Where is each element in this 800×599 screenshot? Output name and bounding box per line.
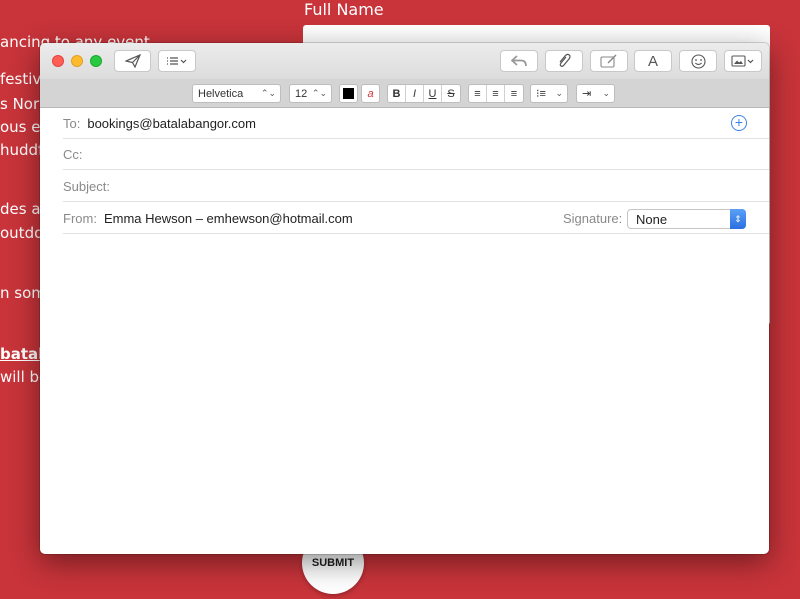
- title-bar: A: [40, 43, 769, 79]
- text-color-button[interactable]: [339, 84, 358, 103]
- chevron-updown-icon: ⌃⌄: [260, 88, 276, 98]
- from-label: From:: [63, 210, 97, 226]
- font-size-value: 12: [295, 87, 308, 100]
- attach-button[interactable]: [545, 50, 583, 72]
- minimize-button[interactable]: [71, 55, 83, 67]
- photo-browser-button[interactable]: [724, 50, 762, 72]
- subject-label: Subject:: [63, 178, 110, 194]
- underline-button[interactable]: U: [424, 85, 442, 102]
- from-row: From: Emma Hewson – emhewson@hotmail.com…: [63, 203, 769, 234]
- chevron-updown-icon: ⇕: [730, 209, 746, 229]
- markup-icon: [600, 54, 617, 68]
- bullet-list-icon: ⁝≡: [536, 88, 546, 100]
- paperclip-icon: [559, 53, 571, 67]
- reply-arrow-icon: [511, 55, 527, 67]
- italic-button[interactable]: I: [406, 85, 424, 102]
- strikethrough-button[interactable]: S: [442, 85, 460, 102]
- indent-icon: ⇥: [582, 88, 592, 100]
- format-bar: Helvetica ⌃⌄ 12 ⌃⌄ a B I U S ≡ ≡ ≡ ⁝≡ ⌄: [40, 79, 769, 108]
- emoji-button[interactable]: [679, 50, 717, 72]
- signature-value: None: [636, 211, 668, 227]
- mail-compose-window: A Helvetica ⌃⌄ 12 ⌃⌄ a B I U S ≡ ≡ ≡ ⁝≡ …: [40, 43, 769, 554]
- chevron-updown-icon: ⌃⌄: [311, 88, 327, 98]
- bg-text-line: festiv: [0, 70, 42, 88]
- message-body[interactable]: [40, 235, 769, 554]
- color-swatch-icon: [343, 88, 354, 99]
- alignment-group: ≡ ≡ ≡: [468, 84, 524, 103]
- subject-row: Subject:: [63, 171, 769, 202]
- bold-button[interactable]: B: [388, 85, 406, 102]
- list-icon: [167, 57, 187, 65]
- maximize-button[interactable]: [90, 55, 102, 67]
- from-select[interactable]: Emma Hewson – emhewson@hotmail.com: [104, 211, 353, 226]
- signature-label: Signature:: [563, 210, 623, 226]
- cc-label: Cc:: [63, 146, 83, 162]
- bg-text-line: n som: [0, 284, 46, 302]
- photo-browser-icon: [731, 55, 754, 67]
- align-right-icon[interactable]: ≡: [505, 85, 523, 102]
- indent-select[interactable]: ⇥ ⌄: [576, 84, 615, 103]
- full-name-label: Full Name: [304, 0, 384, 19]
- font-family-select[interactable]: Helvetica ⌃⌄: [192, 84, 281, 103]
- list-style-select[interactable]: ⁝≡ ⌄: [530, 84, 568, 103]
- to-label: To:: [63, 115, 81, 131]
- fonts-button[interactable]: A: [634, 50, 672, 72]
- add-contact-icon[interactable]: +: [731, 115, 747, 131]
- bg-text-line: outdo: [0, 224, 44, 242]
- markup-button[interactable]: [590, 50, 628, 72]
- smiley-icon: [690, 53, 706, 69]
- to-row: To: bookings@batalabangor.com +: [63, 108, 769, 139]
- text-style-group: B I U S: [387, 84, 461, 103]
- align-left-icon[interactable]: ≡: [469, 85, 487, 102]
- bg-text-line: s Nor: [0, 95, 40, 113]
- cc-row: Cc:: [63, 139, 769, 170]
- signature-select[interactable]: None ⇕: [627, 209, 746, 229]
- highlight-icon: a: [367, 87, 374, 100]
- chevron-down-icon: ⌄: [555, 88, 563, 98]
- font-family-value: Helvetica: [198, 87, 244, 100]
- background-color-button[interactable]: a: [361, 84, 380, 103]
- close-button[interactable]: [52, 55, 64, 67]
- bg-text-line: huddf: [0, 141, 44, 159]
- paper-plane-icon: [124, 54, 141, 68]
- to-field[interactable]: bookings@batalabangor.com: [87, 116, 256, 131]
- font-size-select[interactable]: 12 ⌃⌄: [289, 84, 332, 103]
- chevron-down-icon: ⌄: [602, 88, 610, 98]
- align-center-icon[interactable]: ≡: [487, 85, 505, 102]
- header-fields-button[interactable]: [158, 50, 196, 72]
- reply-button[interactable]: [500, 50, 538, 72]
- send-button[interactable]: [114, 50, 151, 72]
